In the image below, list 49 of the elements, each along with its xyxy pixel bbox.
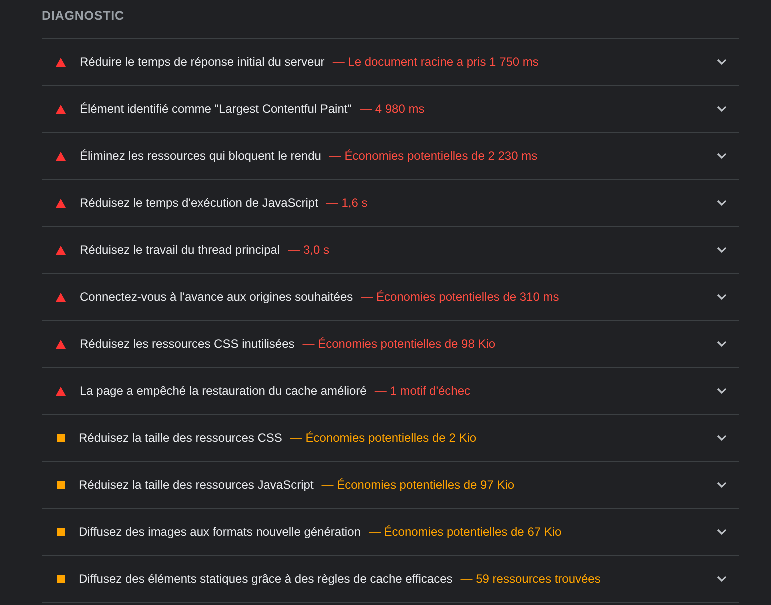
chevron-icon bbox=[717, 106, 727, 112]
chevron-icon bbox=[717, 482, 727, 488]
audit-row[interactable]: Diffusez des éléments statiques grâce à des règles de cache efficaces — 59 ressources trouvées bbox=[42, 556, 739, 603]
audit-title: Réduisez le travail du thread principal bbox=[80, 243, 280, 257]
audit-title: Réduisez la taille des ressources JavaScript bbox=[79, 478, 314, 492]
audit-title: Diffusez des éléments statiques grâce à des règles de cache efficaces bbox=[79, 572, 453, 586]
chevron-icon bbox=[717, 59, 727, 65]
audit-value: — 1,6 s bbox=[326, 196, 368, 210]
section-title: DIAGNOSTIC bbox=[42, 9, 126, 25]
audit-row[interactable]: La page a empêché la restauration du cache amélioré — 1 motif d'échec bbox=[42, 368, 739, 415]
audit-value: — Économies potentielles de 98 Kio bbox=[302, 337, 496, 351]
audit-title: Diffusez des images aux formats nouvelle génération bbox=[79, 525, 361, 539]
audit-value: — Économies potentielles de 67 Kio bbox=[368, 525, 562, 539]
audit-value: — Le document racine a pris 1 750 ms bbox=[332, 55, 539, 69]
audit-row[interactable]: Éliminez les ressources qui bloquent le rendu — Économies potentielles de 2 230 ms bbox=[42, 133, 739, 180]
audit-value: — Économies potentielles de 310 ms bbox=[361, 290, 560, 304]
audit-row[interactable]: Élément identifié comme "Largest Contentful Paint" — 4 980 ms bbox=[42, 86, 739, 133]
audit-value: — Économies potentielles de 2 Kio bbox=[290, 431, 477, 445]
audit-value: — 59 ressources trouvées bbox=[460, 572, 601, 586]
audit-value: — Économies potentielles de 97 Kio bbox=[322, 478, 515, 492]
audit-row[interactable]: Diffusez des images aux formats nouvelle génération — Économies potentielles de 67 Kio bbox=[42, 509, 739, 556]
audit-title: Éliminez les ressources qui bloquent le rendu bbox=[80, 149, 322, 163]
audit-title: Réduisez la taille des ressources CSS bbox=[79, 431, 282, 445]
audit-title: Connectez-vous à l'avance aux origines souhaitées bbox=[80, 290, 354, 304]
audit-row[interactable]: Réduisez les ressources CSS inutilisées — Économies potentielles de 98 Kio bbox=[42, 321, 739, 368]
chevron-icon bbox=[717, 341, 727, 347]
audit-title: Réduisez les ressources CSS inutilisées bbox=[80, 337, 295, 351]
chevron-icon bbox=[717, 435, 727, 441]
chevron-icon bbox=[717, 200, 727, 206]
chevron-icon bbox=[717, 247, 727, 253]
audit-value: — 3,0 s bbox=[288, 243, 330, 257]
audit-value: — 4 980 ms bbox=[360, 102, 425, 116]
audit-title: Réduisez le temps d'exécution de JavaScript bbox=[80, 196, 318, 210]
audit-row[interactable]: Réduire le temps de réponse initial du serveur — Le document racine a pris 1 750 ms bbox=[42, 39, 739, 86]
chevron-icon bbox=[717, 153, 727, 159]
audit-row[interactable]: Réduisez le temps d'exécution de JavaScript — 1,6 s bbox=[42, 180, 739, 227]
audit-title: Réduire le temps de réponse initial du serveur bbox=[80, 55, 325, 69]
chevron-icon bbox=[717, 529, 727, 535]
audit-value: — Économies potentielles de 2 230 ms bbox=[329, 149, 538, 163]
audit-row[interactable]: Réduisez la taille des ressources CSS — Économies potentielles de 2 Kio bbox=[42, 415, 739, 462]
audit-row[interactable]: Connectez-vous à l'avance aux origines souhaitées — Économies potentielles de 310 ms bbox=[42, 274, 739, 321]
audit-row[interactable]: Réduisez le travail du thread principal — 3,0 s bbox=[42, 227, 739, 274]
audit-title: Élément identifié comme "Largest Contentful Paint" bbox=[80, 102, 352, 116]
chevron-icon bbox=[717, 388, 727, 394]
audit-title: La page a empêché la restauration du cache amélioré bbox=[80, 384, 367, 398]
chevron-icon bbox=[717, 294, 727, 300]
chevron-icon bbox=[717, 576, 727, 582]
audit-row[interactable]: Réduisez la taille des ressources JavaScript — Économies potentielles de 97 Kio bbox=[42, 462, 739, 509]
audit-value: — 1 motif d'échec bbox=[374, 384, 471, 398]
